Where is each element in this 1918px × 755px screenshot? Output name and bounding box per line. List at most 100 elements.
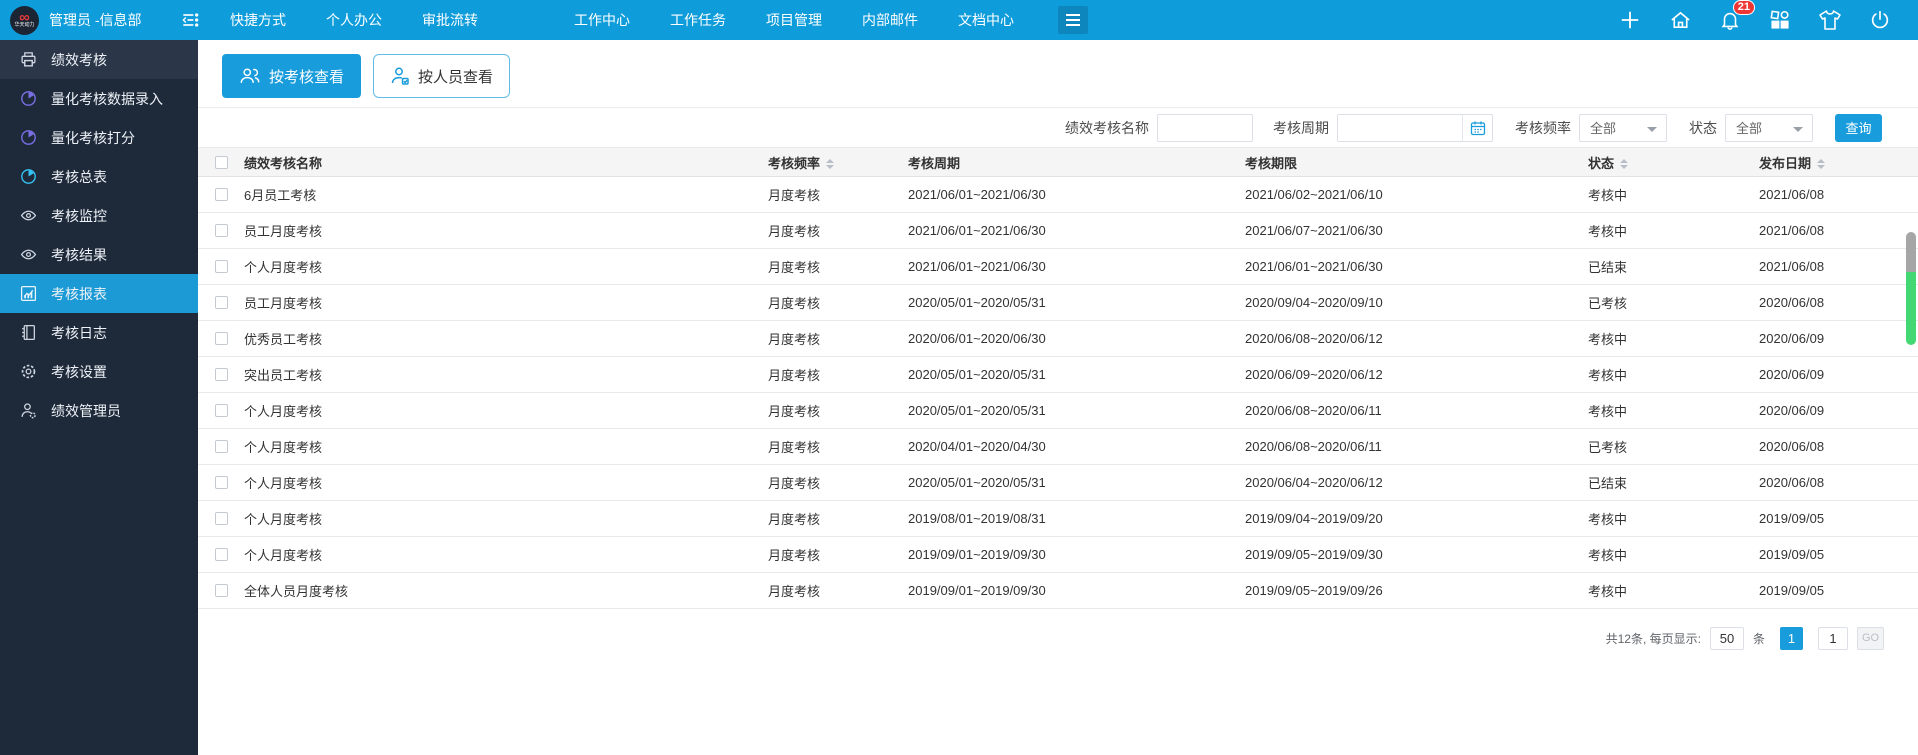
vertical-scrollbar[interactable] — [1906, 232, 1916, 345]
table-body: 6月员工考核 月度考核 2021/06/01~2021/06/30 2021/0… — [198, 177, 1918, 609]
cell-assessment-name[interactable]: 个人月度考核 — [244, 509, 768, 528]
menu-item-document-center[interactable]: 文档中心 — [958, 10, 1014, 30]
row-checkbox[interactable] — [215, 476, 228, 489]
assessment-period-input[interactable] — [1338, 115, 1462, 141]
cell-assessment-name[interactable]: 个人月度考核 — [244, 473, 768, 492]
cell-publish-date: 2021/06/08 — [1759, 187, 1918, 202]
row-checkbox[interactable] — [215, 332, 228, 345]
table-row[interactable]: 个人月度考核 月度考核 2021/06/01~2021/06/30 2021/0… — [198, 249, 1918, 285]
table-row[interactable]: 个人月度考核 月度考核 2020/04/01~2020/04/30 2020/0… — [198, 429, 1918, 465]
menu-item-personal-office[interactable]: 个人办公 — [326, 10, 382, 30]
more-menu-hamburger-icon[interactable] — [1058, 6, 1088, 34]
notifications-bell-icon[interactable]: 21 — [1718, 8, 1742, 32]
sidebar-item-performance-admin[interactable]: 绩效管理员 — [0, 391, 198, 430]
page-size-input[interactable] — [1710, 627, 1744, 650]
logout-power-icon[interactable] — [1868, 8, 1892, 32]
person-check-icon — [390, 66, 410, 86]
sort-icon[interactable] — [1620, 159, 1628, 169]
nav-collapse-icon[interactable] — [178, 8, 202, 32]
row-checkbox[interactable] — [215, 368, 228, 381]
status-select[interactable]: 全部 — [1725, 114, 1813, 142]
pagination-unit-label: 条 — [1753, 630, 1765, 647]
col-status[interactable]: 状态 — [1588, 153, 1759, 172]
row-checkbox[interactable] — [215, 188, 228, 201]
menu-item-project-management[interactable]: 项目管理 — [766, 10, 822, 30]
row-checkbox[interactable] — [215, 260, 228, 273]
theme-shirt-icon[interactable] — [1818, 8, 1842, 32]
sidebar-item-quant-data-entry[interactable]: 量化考核数据录入 — [0, 79, 198, 118]
sidebar-item-label: 考核结果 — [51, 245, 107, 265]
cell-assessment-name[interactable]: 个人月度考核 — [244, 401, 768, 420]
table-row[interactable]: 个人月度考核 月度考核 2019/08/01~2019/08/31 2019/0… — [198, 501, 1918, 537]
sort-icon[interactable] — [1817, 159, 1825, 169]
sidebar-item-quant-scoring[interactable]: 量化考核打分 — [0, 118, 198, 157]
row-checkbox[interactable] — [215, 512, 228, 525]
row-checkbox[interactable] — [215, 404, 228, 417]
scrollbar-thumb-gray[interactable] — [1906, 232, 1916, 272]
sidebar-item-label: 绩效管理员 — [51, 401, 121, 421]
frequency-select[interactable]: 全部 — [1579, 114, 1667, 142]
table-row[interactable]: 优秀员工考核 月度考核 2020/06/01~2020/06/30 2020/0… — [198, 321, 1918, 357]
menu-item-shortcuts[interactable]: 快捷方式 — [230, 10, 286, 30]
cell-assessment-name[interactable]: 个人月度考核 — [244, 545, 768, 564]
cell-frequency: 月度考核 — [768, 293, 908, 312]
apps-grid-icon[interactable] — [1768, 8, 1792, 32]
menu-item-work-tasks[interactable]: 工作任务 — [670, 10, 726, 30]
company-logo[interactable]: ∞ 华天动力 — [10, 6, 39, 35]
cell-assessment-name[interactable]: 员工月度考核 — [244, 293, 768, 312]
goto-page-input[interactable] — [1818, 627, 1848, 650]
sidebar-item-assessment-monitoring[interactable]: 考核监控 — [0, 196, 198, 235]
col-publish-date[interactable]: 发布日期 — [1759, 153, 1918, 172]
menu-item-work-center[interactable]: 工作中心 — [574, 10, 630, 30]
table-row[interactable]: 个人月度考核 月度考核 2019/09/01~2019/09/30 2019/0… — [198, 537, 1918, 573]
table-row[interactable]: 全体人员月度考核 月度考核 2019/09/01~2019/09/30 2019… — [198, 573, 1918, 609]
row-checkbox[interactable] — [215, 584, 228, 597]
notification-count-badge: 21 — [1733, 0, 1755, 15]
col-frequency[interactable]: 考核频率 — [768, 153, 908, 172]
sidebar-item-assessment-results[interactable]: 考核结果 — [0, 235, 198, 274]
sidebar-item-assessment-settings[interactable]: 考核设置 — [0, 352, 198, 391]
chevron-down-icon — [1647, 127, 1657, 132]
cell-assessment-name[interactable]: 6月员工考核 — [244, 185, 768, 204]
select-all-checkbox[interactable] — [215, 156, 228, 169]
cell-status: 已结束 — [1588, 257, 1759, 276]
row-checkbox[interactable] — [215, 548, 228, 561]
cell-term: 2020/06/08~2020/06/11 — [1245, 439, 1588, 454]
row-checkbox[interactable] — [215, 224, 228, 237]
table-row[interactable]: 个人月度考核 月度考核 2020/05/01~2020/05/31 2020/0… — [198, 393, 1918, 429]
tab-view-by-assessment[interactable]: 按考核查看 — [222, 54, 361, 98]
cell-publish-date: 2019/09/05 — [1759, 511, 1918, 526]
scrollbar-thumb-green[interactable] — [1906, 272, 1916, 345]
cell-assessment-name[interactable]: 个人月度考核 — [244, 257, 768, 276]
assessment-name-input[interactable] — [1157, 114, 1253, 142]
row-checkbox[interactable] — [215, 440, 228, 453]
home-icon[interactable] — [1668, 8, 1692, 32]
cell-assessment-name[interactable]: 员工月度考核 — [244, 221, 768, 240]
table-row[interactable]: 员工月度考核 月度考核 2021/06/01~2021/06/30 2021/0… — [198, 213, 1918, 249]
calendar-icon[interactable] — [1462, 115, 1492, 141]
sidebar-item-assessment-summary[interactable]: 考核总表 — [0, 157, 198, 196]
tab-view-by-person[interactable]: 按人员查看 — [373, 54, 510, 98]
cell-status: 考核中 — [1588, 365, 1759, 384]
current-page-button[interactable]: 1 — [1780, 627, 1803, 650]
table-row[interactable]: 6月员工考核 月度考核 2021/06/01~2021/06/30 2021/0… — [198, 177, 1918, 213]
sidebar-item-assessment-reports[interactable]: 考核报表 — [0, 274, 198, 313]
cell-assessment-name[interactable]: 优秀员工考核 — [244, 329, 768, 348]
cell-publish-date: 2021/06/08 — [1759, 259, 1918, 274]
sidebar-item-assessment-log[interactable]: 考核日志 — [0, 313, 198, 352]
cell-period: 2021/06/01~2021/06/30 — [908, 259, 1245, 274]
cell-assessment-name[interactable]: 突出员工考核 — [244, 365, 768, 384]
search-button[interactable]: 查询 — [1835, 114, 1882, 142]
add-icon[interactable] — [1618, 8, 1642, 32]
row-checkbox[interactable] — [215, 296, 228, 309]
table-row[interactable]: 员工月度考核 月度考核 2020/05/01~2020/05/31 2020/0… — [198, 285, 1918, 321]
table-row[interactable]: 突出员工考核 月度考核 2020/05/01~2020/05/31 2020/0… — [198, 357, 1918, 393]
menu-item-approval-flow[interactable]: 审批流转 — [422, 10, 478, 30]
menu-item-internal-mail[interactable]: 内部邮件 — [862, 10, 918, 30]
table-row[interactable]: 个人月度考核 月度考核 2020/05/01~2020/05/31 2020/0… — [198, 465, 1918, 501]
cell-assessment-name[interactable]: 全体人员月度考核 — [244, 581, 768, 600]
sidebar-item-performance-assessment[interactable]: 绩效考核 — [0, 40, 198, 79]
sort-icon[interactable] — [826, 159, 834, 169]
go-button[interactable]: GO — [1857, 627, 1884, 650]
cell-assessment-name[interactable]: 个人月度考核 — [244, 437, 768, 456]
